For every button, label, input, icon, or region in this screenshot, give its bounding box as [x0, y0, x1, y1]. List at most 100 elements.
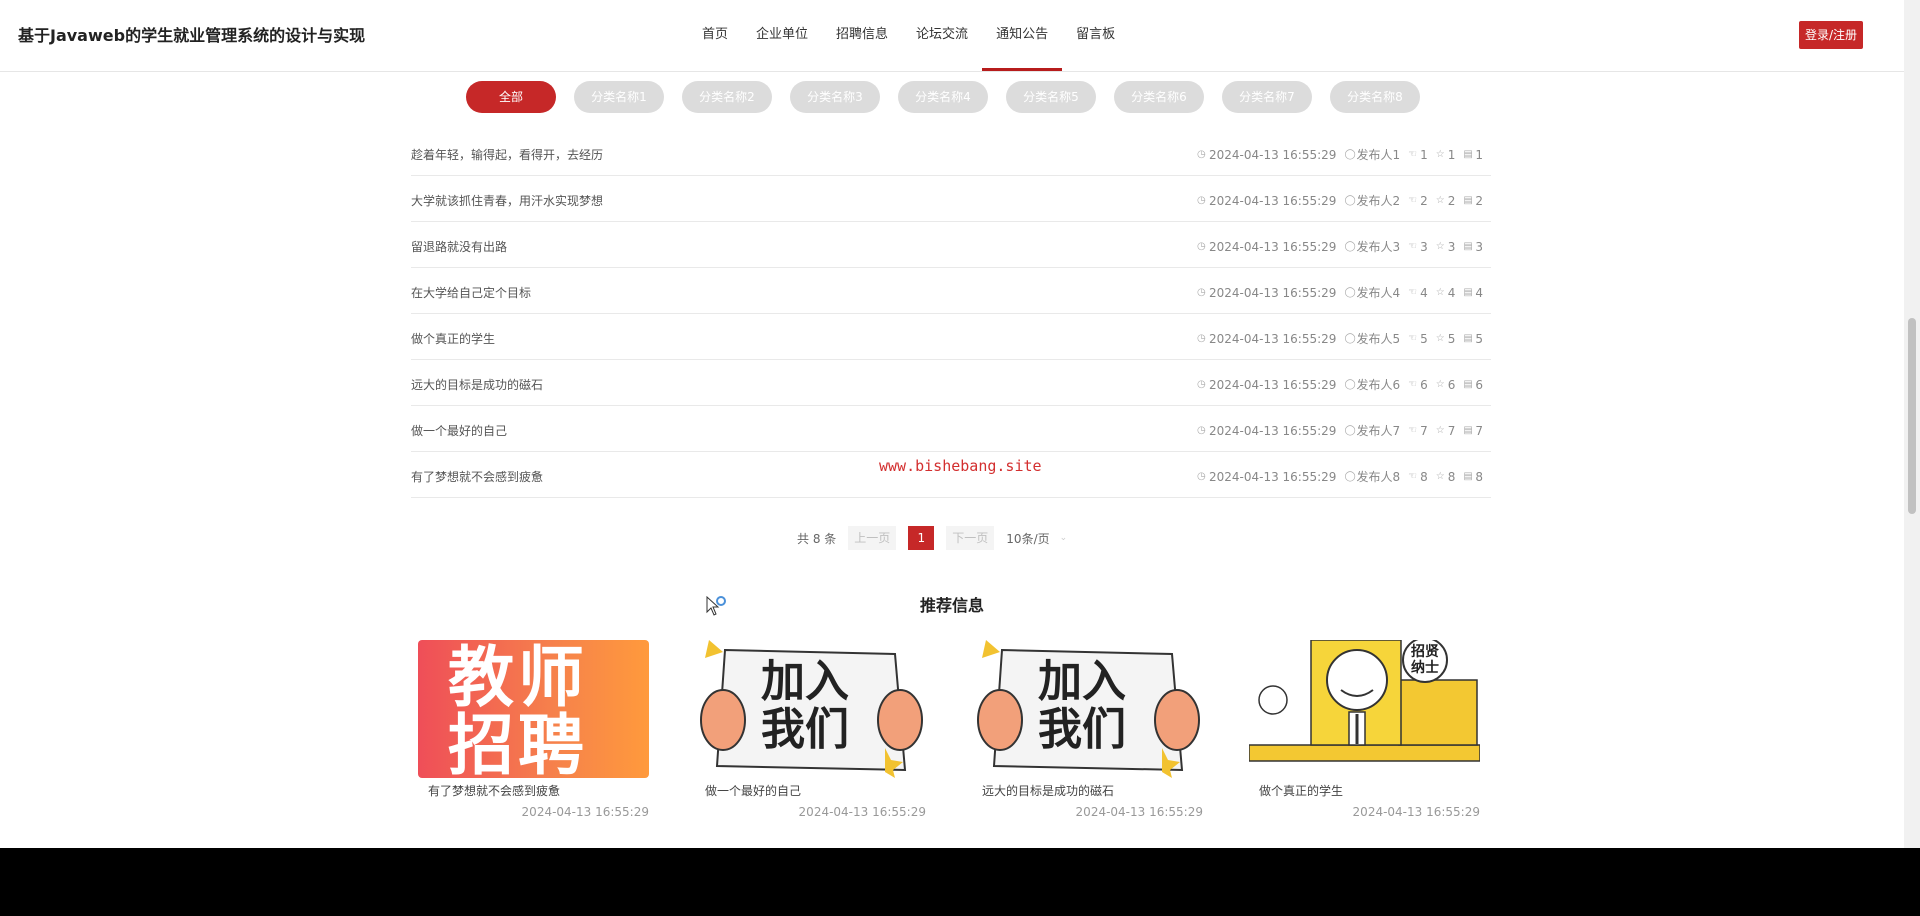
notice-row[interactable]: 做一个最好的自己 ◷ 2024-04-13 16:55:29 ◯ 发布人7 ☜ 7 ☆ 7 ▤ 7	[411, 406, 1491, 452]
category-all[interactable]: 全部	[466, 81, 556, 113]
notice-row[interactable]: 远大的目标是成功的磁石 ◷ 2024-04-13 16:55:29 ◯ 发布人6 ☜ 6 ☆ 6…	[411, 360, 1491, 406]
notice-row[interactable]: 趁着年轻，输得起，看得开，去经历 ◷ 2024-04-13 16:55:29 ◯ 发布人…	[411, 130, 1491, 176]
notice-title[interactable]: 远大的目标是成功的磁石	[411, 376, 543, 393]
notice-author: 发布人5	[1356, 332, 1401, 346]
category-4[interactable]: 分类名称4	[898, 81, 988, 113]
recommend-card[interactable]: 教师招聘 有了梦想就不会感到疲惫 2024-04-13 16:55:29	[418, 640, 649, 819]
like-count: 2	[1420, 193, 1428, 208]
thumbs-up-icon: ☜	[1408, 332, 1418, 344]
recommend-card[interactable]: 招贤纳士 做个真正的学生 2024-04-13 16:55:29	[1249, 640, 1480, 819]
page-viewport: 基于Javaweb的学生就业管理系统的设计与实现 首页 企业单位 招聘信息 论坛…	[0, 0, 1904, 848]
favorite-count: 2	[1447, 193, 1456, 208]
thumbs-up-icon: ☜	[1408, 378, 1418, 390]
nav-item-companies[interactable]: 企业单位	[742, 0, 822, 71]
thumbs-up-icon: ☜	[1408, 240, 1418, 252]
star-icon: ☆	[1435, 470, 1445, 482]
notice-title[interactable]: 留退路就没有出路	[411, 238, 507, 255]
notice-meta: ◷ 2024-04-13 16:55:29 ◯ 发布人7 ☜ 7 ☆ 7 ▤ 7	[1197, 422, 1483, 439]
favorite-count: 3	[1447, 239, 1456, 254]
like-count: 6	[1420, 377, 1428, 392]
favorite-count: 7	[1447, 423, 1456, 438]
star-icon: ☆	[1435, 424, 1445, 436]
nav-item-notices[interactable]: 通知公告	[982, 0, 1063, 71]
notice-date: 2024-04-13 16:55:29	[1208, 147, 1337, 162]
like-count: 1	[1420, 147, 1428, 162]
notice-meta: ◷ 2024-04-13 16:55:29 ◯ 发布人1 ☜ 1 ☆ 1 ▤ 1	[1197, 146, 1483, 163]
login-register-button[interactable]: 登录/注册	[1799, 21, 1863, 49]
favorite-count: 6	[1447, 377, 1456, 392]
recommend-card-title[interactable]: 做个真正的学生	[1259, 782, 1480, 799]
recommend-card-image[interactable]: 加入我们	[695, 640, 926, 778]
clock-icon: ◷	[1196, 470, 1206, 482]
nav-item-forum[interactable]: 论坛交流	[902, 0, 982, 71]
recommend-card[interactable]: 加入我们 远大的目标是成功的磁石 2024-04-13 16:55:29	[972, 640, 1203, 819]
image-caption: 加入我们	[1038, 656, 1126, 755]
clock-icon: ◷	[1196, 378, 1206, 390]
next-page-button[interactable]: 下一页	[946, 526, 995, 550]
comment-count: 4	[1475, 285, 1483, 300]
recommend-card-image[interactable]: 招贤纳士	[1249, 640, 1480, 778]
notice-title[interactable]: 在大学给自己定个目标	[411, 284, 531, 301]
recommend-card[interactable]: 加入我们 做一个最好的自己 2024-04-13 16:55:29	[695, 640, 926, 819]
notice-row[interactable]: 在大学给自己定个目标 ◷ 2024-04-13 16:55:29 ◯ 发布人4 ☜ 4 ☆ 4 ▤…	[411, 268, 1491, 314]
notice-meta: ◷ 2024-04-13 16:55:29 ◯ 发布人6 ☜ 6 ☆ 6 ▤ 6	[1197, 376, 1483, 393]
notice-title[interactable]: 有了梦想就不会感到疲惫	[411, 468, 543, 485]
clock-icon: ◷	[1196, 286, 1206, 298]
total-count: 共 8 条	[797, 531, 837, 546]
clock-icon: ◷	[1196, 240, 1206, 252]
notice-author: 发布人4	[1356, 286, 1401, 300]
notice-row[interactable]: 大学就该抓住青春，用汗水实现梦想 ◷ 2024-04-13 16:55:29 ◯ 发布人…	[411, 176, 1491, 222]
nav-item-jobs[interactable]: 招聘信息	[822, 0, 902, 71]
scrollbar-thumb[interactable]	[1908, 318, 1916, 514]
category-3[interactable]: 分类名称3	[790, 81, 880, 113]
notice-meta: ◷ 2024-04-13 16:55:29 ◯ 发布人4 ☜ 4 ☆ 4 ▤ 4	[1197, 284, 1483, 301]
prev-page-button[interactable]: 上一页	[848, 526, 897, 550]
user-icon: ◯	[1344, 194, 1356, 206]
nav-item-messages[interactable]: 留言板	[1062, 0, 1129, 71]
notice-row[interactable]: 留退路就没有出路 ◷ 2024-04-13 16:55:29 ◯ 发布人3 ☜ 3 ☆ 3 ▤ 3	[411, 222, 1491, 268]
notice-title[interactable]: 做个真正的学生	[411, 330, 495, 347]
current-page-button[interactable]: 1	[908, 526, 935, 550]
favorite-count: 5	[1447, 331, 1456, 346]
recommend-card-title[interactable]: 远大的目标是成功的磁石	[982, 782, 1203, 799]
category-2[interactable]: 分类名称2	[682, 81, 772, 113]
notice-title[interactable]: 大学就该抓住青春，用汗水实现梦想	[411, 192, 603, 209]
comment-icon: ▤	[1463, 194, 1473, 206]
notice-title[interactable]: 做一个最好的自己	[411, 422, 507, 439]
notice-row[interactable]: 做个真正的学生 ◷ 2024-04-13 16:55:29 ◯ 发布人5 ☜ 5 ☆ 5 ▤ 5	[411, 314, 1491, 360]
vertical-scrollbar[interactable]	[1904, 0, 1920, 848]
recommend-card-image[interactable]: 加入我们	[972, 640, 1203, 778]
notice-title[interactable]: 趁着年轻，输得起，看得开，去经历	[411, 146, 603, 163]
notice-author: 发布人3	[1356, 240, 1401, 254]
notice-author: 发布人7	[1356, 424, 1401, 438]
comment-count: 2	[1475, 193, 1483, 208]
category-7[interactable]: 分类名称7	[1222, 81, 1312, 113]
star-icon: ☆	[1435, 148, 1445, 160]
notice-list: 趁着年轻，输得起，看得开，去经历 ◷ 2024-04-13 16:55:29 ◯ 发布人…	[411, 130, 1491, 498]
category-6[interactable]: 分类名称6	[1114, 81, 1204, 113]
notice-author: 发布人6	[1356, 378, 1401, 392]
user-icon: ◯	[1344, 470, 1356, 482]
category-5[interactable]: 分类名称5	[1006, 81, 1096, 113]
recruiting-illustration	[1249, 640, 1480, 762]
recommend-card-date: 2024-04-13 16:55:29	[521, 805, 649, 819]
clock-icon: ◷	[1196, 148, 1206, 160]
category-1[interactable]: 分类名称1	[574, 81, 664, 113]
notice-date: 2024-04-13 16:55:29	[1208, 285, 1337, 300]
page-size-select[interactable]: 10条/页 ⌄	[1006, 530, 1067, 547]
recommend-card-date: 2024-04-13 16:55:29	[1075, 805, 1203, 819]
recommend-card-title[interactable]: 做一个最好的自己	[705, 782, 926, 799]
notice-author: 发布人1	[1356, 148, 1401, 162]
comment-count: 3	[1475, 239, 1483, 254]
notice-meta: ◷ 2024-04-13 16:55:29 ◯ 发布人3 ☜ 3 ☆ 3 ▤ 3	[1197, 238, 1483, 255]
main-nav: 首页 企业单位 招聘信息 论坛交流 通知公告 留言板	[688, 0, 1129, 71]
nav-item-home[interactable]: 首页	[688, 0, 742, 71]
recommend-title: 推荐信息	[919, 596, 984, 615]
user-icon: ◯	[1344, 424, 1356, 436]
recommend-card-image[interactable]: 教师招聘	[418, 640, 649, 778]
category-8[interactable]: 分类名称8	[1330, 81, 1420, 113]
recommend-card-title[interactable]: 有了梦想就不会感到疲惫	[428, 782, 649, 799]
star-icon: ☆	[1435, 332, 1445, 344]
thumbs-up-icon: ☜	[1408, 286, 1418, 298]
star-icon: ☆	[1435, 378, 1445, 390]
